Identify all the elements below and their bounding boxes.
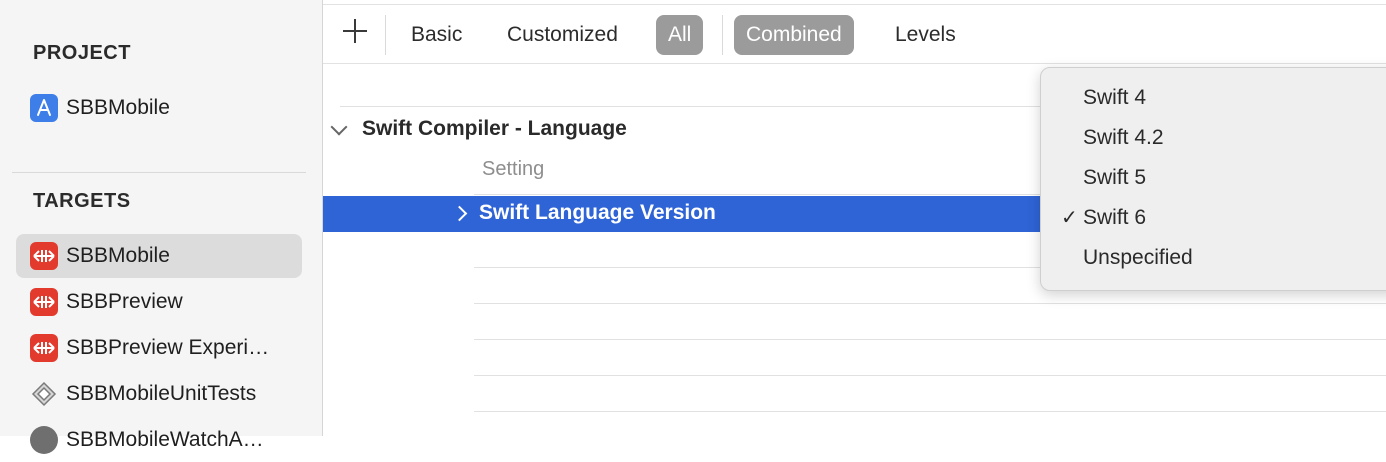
plus-icon[interactable] <box>341 17 369 45</box>
targets-section-header: TARGETS <box>33 190 131 212</box>
sidebar-item-target[interactable]: SBBMobile <box>16 234 302 278</box>
sidebar-item-target[interactable]: SBBMobileWatchA… <box>16 418 302 462</box>
sidebar-item-label: SBBMobile <box>66 96 170 119</box>
menu-item-swift-4[interactable]: Swift 4 <box>1041 78 1386 118</box>
sidebar-item-label: SBBMobileUnitTests <box>66 382 257 405</box>
menu-item-label: Swift 6 <box>1083 206 1147 229</box>
sidebar-item-label: SBBMobile <box>66 244 170 267</box>
menu-item-swift-5[interactable]: Swift 5 <box>1041 158 1386 198</box>
tab-basic[interactable]: Basic <box>399 15 474 55</box>
sidebar-item-project[interactable]: SBBMobile <box>16 86 302 130</box>
menu-item-label: Swift 4 <box>1083 86 1147 109</box>
sbb-logo-icon <box>30 334 58 362</box>
row-divider <box>474 194 1074 195</box>
unit-tests-icon <box>30 380 58 408</box>
sidebar-item-target[interactable]: SBBPreview Experi… <box>16 326 302 370</box>
project-section-header: PROJECT <box>33 42 131 64</box>
sidebar-item-target[interactable]: SBBPreview <box>16 280 302 324</box>
section-divider <box>340 106 1060 107</box>
sidebar-item-label: SBBPreview Experi… <box>66 336 270 359</box>
menu-item-label: Swift 5 <box>1083 166 1147 189</box>
sidebar-divider <box>12 172 306 173</box>
sidebar-item-label: SBBPreview <box>66 290 183 313</box>
menu-item-swift-4-2[interactable]: Swift 4.2 <box>1041 118 1386 158</box>
checkmark-icon: ✓ <box>1061 207 1078 229</box>
chevron-down-icon[interactable] <box>330 118 348 136</box>
menu-item-label: Unspecified <box>1083 246 1193 269</box>
row-divider <box>474 375 1386 376</box>
menu-item-label: Swift 4.2 <box>1083 126 1164 149</box>
tab-combined[interactable]: Combined <box>734 15 854 55</box>
build-settings-tabbar: Basic Customized All Combined Levels <box>323 4 1386 64</box>
sbb-logo-icon <box>30 288 58 316</box>
tab-levels[interactable]: Levels <box>883 15 968 55</box>
sidebar-item-target[interactable]: SBBMobileUnitTests <box>16 372 302 416</box>
settings-group-title[interactable]: Swift Compiler - Language <box>362 117 627 141</box>
app-store-icon <box>30 94 58 122</box>
tab-customized[interactable]: Customized <box>495 15 630 55</box>
watch-app-icon <box>30 426 58 454</box>
row-divider <box>474 411 1386 412</box>
tab-separator <box>385 15 386 55</box>
menu-item-unspecified[interactable]: Unspecified <box>1041 238 1386 278</box>
setting-name[interactable]: Swift Language Version <box>479 201 716 225</box>
tab-separator <box>722 15 723 55</box>
row-divider <box>474 303 1386 304</box>
sidebar: PROJECT SBBMobile TARGETS SBBMobile SBBP… <box>0 0 323 454</box>
sbb-logo-icon <box>30 242 58 270</box>
setting-column-header[interactable]: Setting <box>482 158 544 181</box>
sidebar-item-label: SBBMobileWatchA… <box>66 428 264 451</box>
swift-version-popup-menu: Swift 4 Swift 4.2 Swift 5 ✓ Swift 6 Unsp… <box>1040 67 1386 291</box>
row-divider <box>474 339 1386 340</box>
tab-all[interactable]: All <box>656 15 704 55</box>
menu-item-swift-6[interactable]: ✓ Swift 6 <box>1041 198 1386 238</box>
